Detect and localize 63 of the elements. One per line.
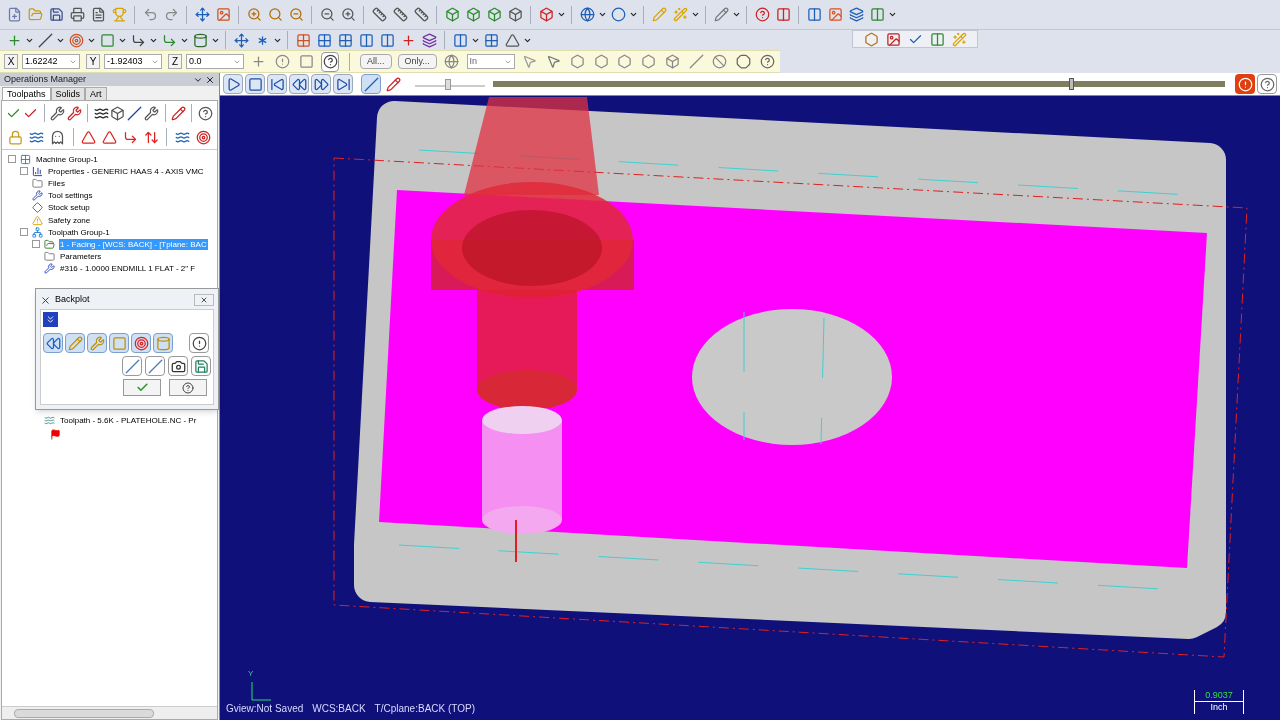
x-logo-icon [40,294,51,306]
help-icon [182,381,194,394]
tree-item[interactable]: Toolpath Group-1 [47,226,111,238]
rewind-icon[interactable] [289,74,309,94]
tab[interactable]: Solids [50,87,86,100]
skip-back-icon[interactable] [267,74,287,94]
stop-icon[interactable] [245,74,265,94]
mask-dropdown[interactable]: In [466,54,516,69]
lines-icon[interactable] [361,74,381,94]
axis-label: Z [168,54,182,69]
expand-button[interactable] [43,312,58,327]
axis-label: Y [248,668,254,680]
tree-item[interactable]: Stock setup [47,202,91,214]
double-chevron-icon [45,314,56,325]
play-icon[interactable] [223,74,243,94]
tree-item[interactable]: Properties - GENERIC HAAS 4 - AXIS VMC [47,165,205,177]
lines-icon[interactable] [145,356,165,376]
tree-item[interactable]: Safety zone [47,214,92,226]
tab[interactable]: Toolpaths [2,87,51,100]
close-icon [200,296,208,304]
scale-value: 0.9037 [1205,690,1233,701]
skip-forward-icon[interactable] [333,74,353,94]
status-text: Gview:Not Saved [226,702,304,716]
check-icon [135,381,149,394]
panel-title: Operations Manager [4,72,87,86]
help-icon[interactable] [1257,74,1277,94]
fast-forward-icon[interactable] [311,74,331,94]
flag-icon [50,429,61,441]
tree-item[interactable]: Tool settings [47,190,94,202]
folder-icon [32,177,43,189]
tree-item[interactable]: Toolpath - 5.6K - PLATEHOLE.NC - Pr [59,415,198,427]
tree-item[interactable]: #316 - 1.0000 ENDMILL 1 FLAT - 2" F [59,263,197,275]
folder-icon [44,251,55,263]
axis-icon [251,681,272,701]
lines-icon[interactable] [122,356,142,376]
tree-item[interactable]: Files [47,177,66,189]
status-text: WCS:BACK [312,702,366,716]
tree-item[interactable]: Machine Group-1 [35,153,99,165]
warning-icon [32,214,43,226]
camera-icon[interactable] [168,356,188,376]
tree-item[interactable]: Parameters [59,251,103,263]
tab[interactable]: Art [85,87,107,100]
axis-label: Y [86,54,100,69]
save-icon[interactable] [191,356,211,376]
coordinate-field[interactable]: 1.62242 [22,54,80,69]
coordinate-field[interactable]: 0.0 [186,54,244,69]
status-text: T/Cplane:BACK (TOP) [374,702,475,716]
close-icon[interactable] [205,74,215,85]
alert-icon[interactable] [189,333,209,353]
help-icon[interactable] [321,51,340,72]
graphics-viewport[interactable]: Y Gview:Not Saved WCS:BACK T/Cplane:BACK (TOP) 0.9037 Inch [220,96,1280,720]
dialog-title: Backplot [55,293,90,307]
selection-button[interactable]: All... [360,54,392,69]
help-button[interactable] [169,379,207,396]
coordinate-field[interactable]: -1.92403 [104,54,162,69]
scale-unit: Inch [1210,702,1228,713]
ok-button[interactable] [123,379,161,396]
axis-label: X [4,54,18,69]
selection-button[interactable]: Only... [397,54,437,69]
horizontal-scrollbar[interactable] [2,706,217,719]
speed-slider[interactable] [415,77,485,91]
close-button[interactable] [194,294,214,306]
progress-track[interactable] [493,81,1225,87]
